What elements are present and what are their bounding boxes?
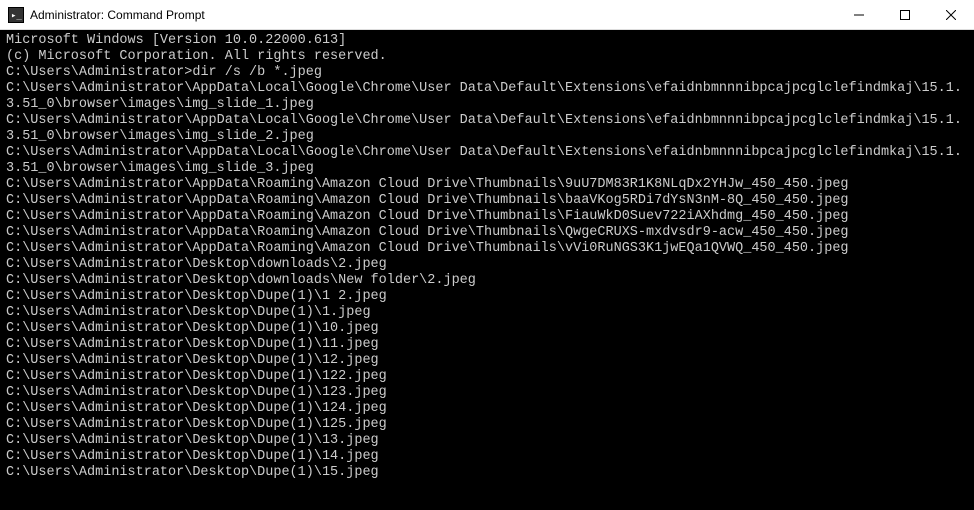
- output-line: C:\Users\Administrator\Desktop\Dupe(1)\1…: [6, 369, 968, 385]
- output-line: C:\Users\Administrator\AppData\Roaming\A…: [6, 209, 968, 225]
- output-line: C:\Users\Administrator\Desktop\Dupe(1)\1…: [6, 305, 968, 321]
- output-line: C:\Users\Administrator\Desktop\Dupe(1)\1…: [6, 465, 968, 481]
- output-line: C:\Users\Administrator\AppData\Local\Goo…: [6, 113, 968, 145]
- output-line: C:\Users\Administrator\Desktop\Dupe(1)\1…: [6, 385, 968, 401]
- prompt: C:\Users\Administrator>: [6, 65, 192, 80]
- terminal-header-line: Microsoft Windows [Version 10.0.22000.61…: [6, 33, 968, 49]
- output-line: C:\Users\Administrator\Desktop\Dupe(1)\1…: [6, 449, 968, 465]
- output-line: C:\Users\Administrator\AppData\Roaming\A…: [6, 225, 968, 241]
- command-line: C:\Users\Administrator>dir /s /b *.jpeg: [6, 65, 968, 81]
- output-line: C:\Users\Administrator\Desktop\Dupe(1)\1…: [6, 289, 968, 305]
- output-line: C:\Users\Administrator\Desktop\Dupe(1)\1…: [6, 337, 968, 353]
- svg-text:▸_: ▸_: [11, 11, 22, 21]
- output-line: C:\Users\Administrator\Desktop\downloads…: [6, 257, 968, 273]
- output-line: C:\Users\Administrator\AppData\Local\Goo…: [6, 145, 968, 177]
- close-button[interactable]: [928, 0, 974, 29]
- cmd-icon: ▸_: [8, 7, 24, 23]
- output-line: C:\Users\Administrator\Desktop\Dupe(1)\1…: [6, 433, 968, 449]
- output-line: C:\Users\Administrator\Desktop\Dupe(1)\1…: [6, 321, 968, 337]
- output-line: C:\Users\Administrator\AppData\Roaming\A…: [6, 193, 968, 209]
- output-line: C:\Users\Administrator\AppData\Local\Goo…: [6, 81, 968, 113]
- typed-command: dir /s /b *.jpeg: [192, 65, 322, 80]
- window-controls: [836, 0, 974, 29]
- output-line: C:\Users\Administrator\Desktop\Dupe(1)\1…: [6, 353, 968, 369]
- window-title: Administrator: Command Prompt: [30, 8, 836, 22]
- terminal-output-area[interactable]: Microsoft Windows [Version 10.0.22000.61…: [0, 30, 974, 510]
- minimize-button[interactable]: [836, 0, 882, 29]
- output-line: C:\Users\Administrator\AppData\Roaming\A…: [6, 177, 968, 193]
- output-line: C:\Users\Administrator\Desktop\Dupe(1)\1…: [6, 417, 968, 433]
- command-prompt-window: ▸_ Administrator: Command Prompt Microso…: [0, 0, 974, 510]
- output-line: C:\Users\Administrator\AppData\Roaming\A…: [6, 241, 968, 257]
- output-line: C:\Users\Administrator\Desktop\Dupe(1)\1…: [6, 401, 968, 417]
- terminal-header-line: (c) Microsoft Corporation. All rights re…: [6, 49, 968, 65]
- output-line: C:\Users\Administrator\Desktop\downloads…: [6, 273, 968, 289]
- maximize-button[interactable]: [882, 0, 928, 29]
- titlebar[interactable]: ▸_ Administrator: Command Prompt: [0, 0, 974, 30]
